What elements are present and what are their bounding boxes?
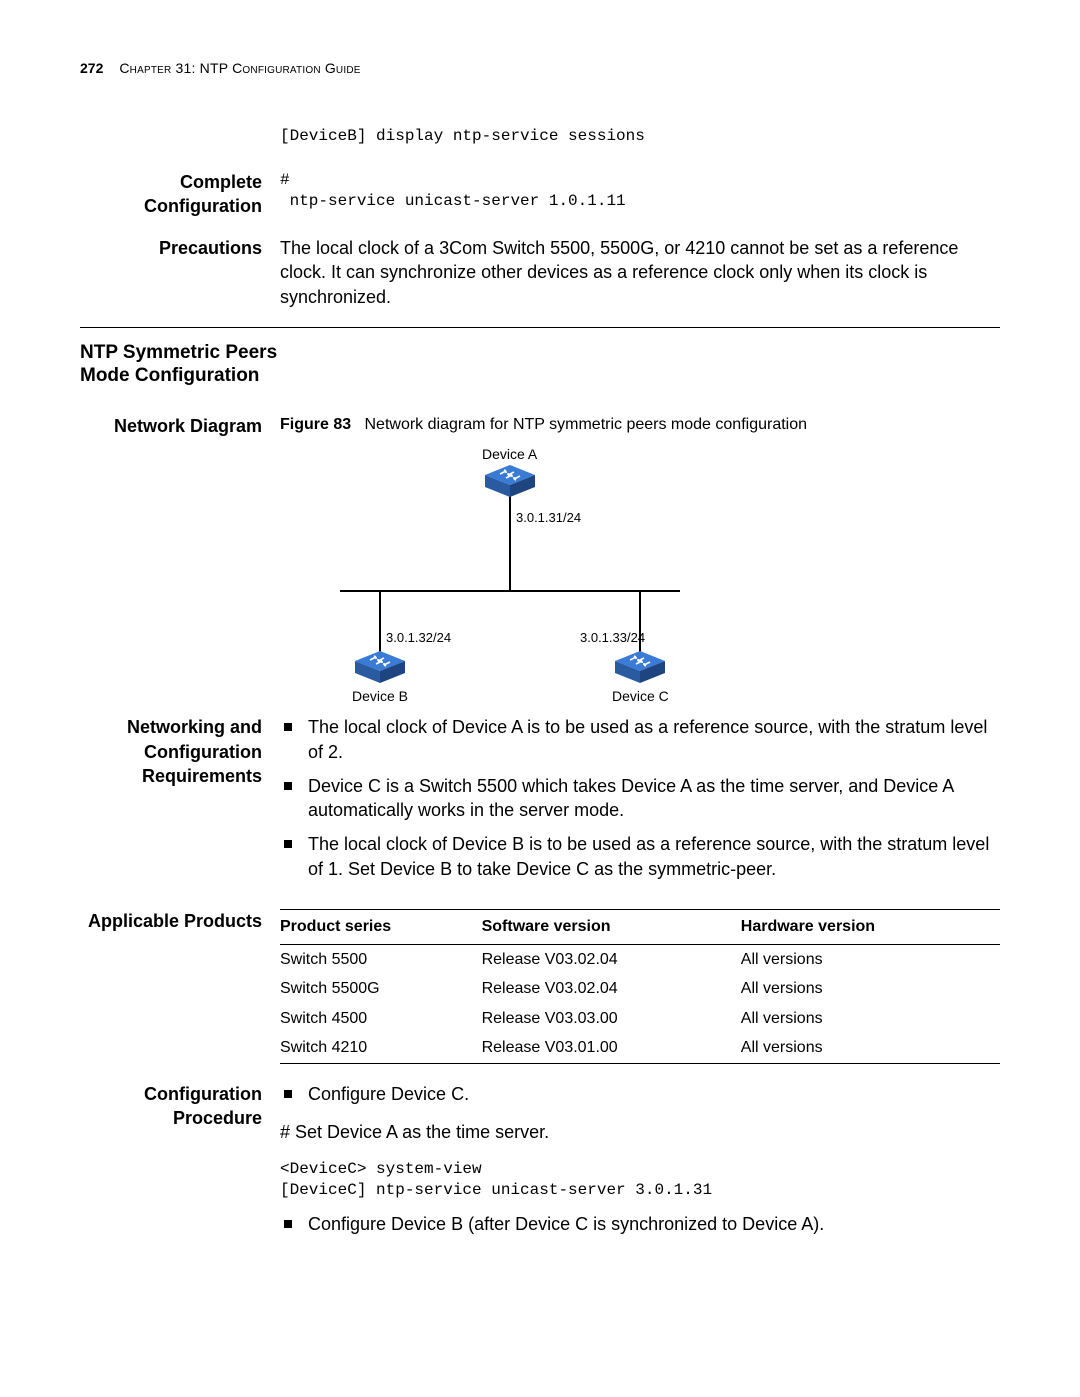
step1-comment: # Set Device A as the time server.	[280, 1120, 1000, 1144]
row-network-diagram: Network Diagram Figure 83 Network diagra…	[80, 414, 1000, 712]
label-networking-requirements: Networking and Configuration Requirement…	[80, 715, 280, 788]
cell: All versions	[741, 944, 1000, 974]
diagram-label-ip-c: 3.0.1.33/24	[580, 629, 645, 647]
products-table: Product series Software version Hardware…	[280, 909, 1000, 1064]
row-config-procedure: Configuration Procedure Configure Device…	[80, 1082, 1000, 1246]
list-item: The local clock of Device B is to be use…	[280, 832, 1000, 881]
procedure-list-2: Configure Device B (after Device C is sy…	[280, 1212, 1000, 1236]
cell: Switch 5500G	[280, 974, 482, 1004]
body-config-procedure: Configure Device C. # Set Device A as th…	[280, 1082, 1000, 1246]
section-divider	[80, 327, 1000, 328]
table-row: Switch 4210 Release V03.01.00 All versio…	[280, 1033, 1000, 1063]
label-config-procedure: Configuration Procedure	[80, 1082, 280, 1131]
diagram-label-ip-b: 3.0.1.32/24	[386, 629, 451, 647]
cell: All versions	[741, 974, 1000, 1004]
cell: All versions	[741, 1004, 1000, 1034]
code-complete-config: # ntp-service unicast-server 1.0.1.11	[280, 170, 1000, 213]
col-software-version: Software version	[482, 910, 741, 945]
body-network-diagram: Figure 83 Network diagram for NTP symmet…	[280, 414, 1000, 712]
cell: Release V03.03.00	[482, 1004, 741, 1034]
network-diagram: Device A 3.0.1.31/24	[280, 441, 840, 711]
row-precautions: Precautions The local clock of a 3Com Sw…	[80, 236, 1000, 309]
cell: Release V03.02.04	[482, 944, 741, 974]
page: 272 Chapter 31: NTP Configuration Guide …	[0, 0, 1080, 1324]
procedure-list-1: Configure Device C.	[280, 1082, 1000, 1106]
list-item: The local clock of Device A is to be use…	[280, 715, 1000, 764]
row-complete-config: Complete Configuration # ntp-service uni…	[80, 170, 1000, 219]
label-network-diagram: Network Diagram	[80, 414, 280, 438]
body-networking-requirements: The local clock of Device A is to be use…	[280, 715, 1000, 891]
switch-icon	[355, 651, 405, 685]
label-applicable-products: Applicable Products	[80, 909, 280, 933]
diagram-label-device-b: Device B	[352, 687, 408, 706]
cell: Switch 5500	[280, 944, 482, 974]
col-product-series: Product series	[280, 910, 482, 945]
row-top-code: [DeviceB] display ntp-service sessions	[80, 126, 1000, 148]
label-precautions: Precautions	[80, 236, 280, 260]
table-row: Switch 5500 Release V03.02.04 All versio…	[280, 944, 1000, 974]
figure-caption: Figure 83 Network diagram for NTP symmet…	[280, 414, 1000, 436]
diagram-label-device-a: Device A	[482, 445, 537, 464]
section-heading: NTP Symmetric Peers Mode Configuration	[80, 342, 280, 388]
switch-icon	[485, 465, 535, 499]
col-hardware-version: Hardware version	[741, 910, 1000, 945]
list-item: Device C is a Switch 5500 which takes De…	[280, 774, 1000, 823]
body-applicable-products: Product series Software version Hardware…	[280, 909, 1000, 1064]
cell: Switch 4210	[280, 1033, 482, 1063]
cell: All versions	[741, 1033, 1000, 1063]
table-row: Switch 4500 Release V03.03.00 All versio…	[280, 1004, 1000, 1034]
requirements-list: The local clock of Device A is to be use…	[280, 715, 1000, 881]
text-precautions: The local clock of a 3Com Switch 5500, 5…	[280, 236, 1000, 309]
row-section-heading: NTP Symmetric Peers Mode Configuration	[80, 342, 1000, 388]
page-number: 272	[80, 60, 103, 76]
code-step1: <DeviceC> system-view [DeviceC] ntp-serv…	[280, 1159, 1000, 1202]
switch-icon	[615, 651, 665, 685]
figure-caption-text: Network diagram for NTP symmetric peers …	[364, 416, 807, 433]
code-display-sessions: [DeviceB] display ntp-service sessions	[280, 126, 1000, 148]
row-networking-requirements: Networking and Configuration Requirement…	[80, 715, 1000, 891]
row-applicable-products: Applicable Products Product series Softw…	[80, 909, 1000, 1064]
table-header-row: Product series Software version Hardware…	[280, 910, 1000, 945]
diagram-label-device-c: Device C	[612, 687, 669, 706]
cell: Release V03.02.04	[482, 974, 741, 1004]
table-row: Switch 5500G Release V03.02.04 All versi…	[280, 974, 1000, 1004]
page-header: 272 Chapter 31: NTP Configuration Guide	[80, 60, 1000, 76]
figure-number: Figure 83	[280, 416, 351, 433]
list-item: Configure Device C.	[280, 1082, 1000, 1106]
label-complete-config: Complete Configuration	[80, 170, 280, 219]
cell: Switch 4500	[280, 1004, 482, 1034]
cell: Release V03.01.00	[482, 1033, 741, 1063]
diagram-label-ip-a: 3.0.1.31/24	[516, 509, 581, 527]
list-item: Configure Device B (after Device C is sy…	[280, 1212, 1000, 1236]
chapter-title: Chapter 31: NTP Configuration Guide	[119, 60, 360, 76]
